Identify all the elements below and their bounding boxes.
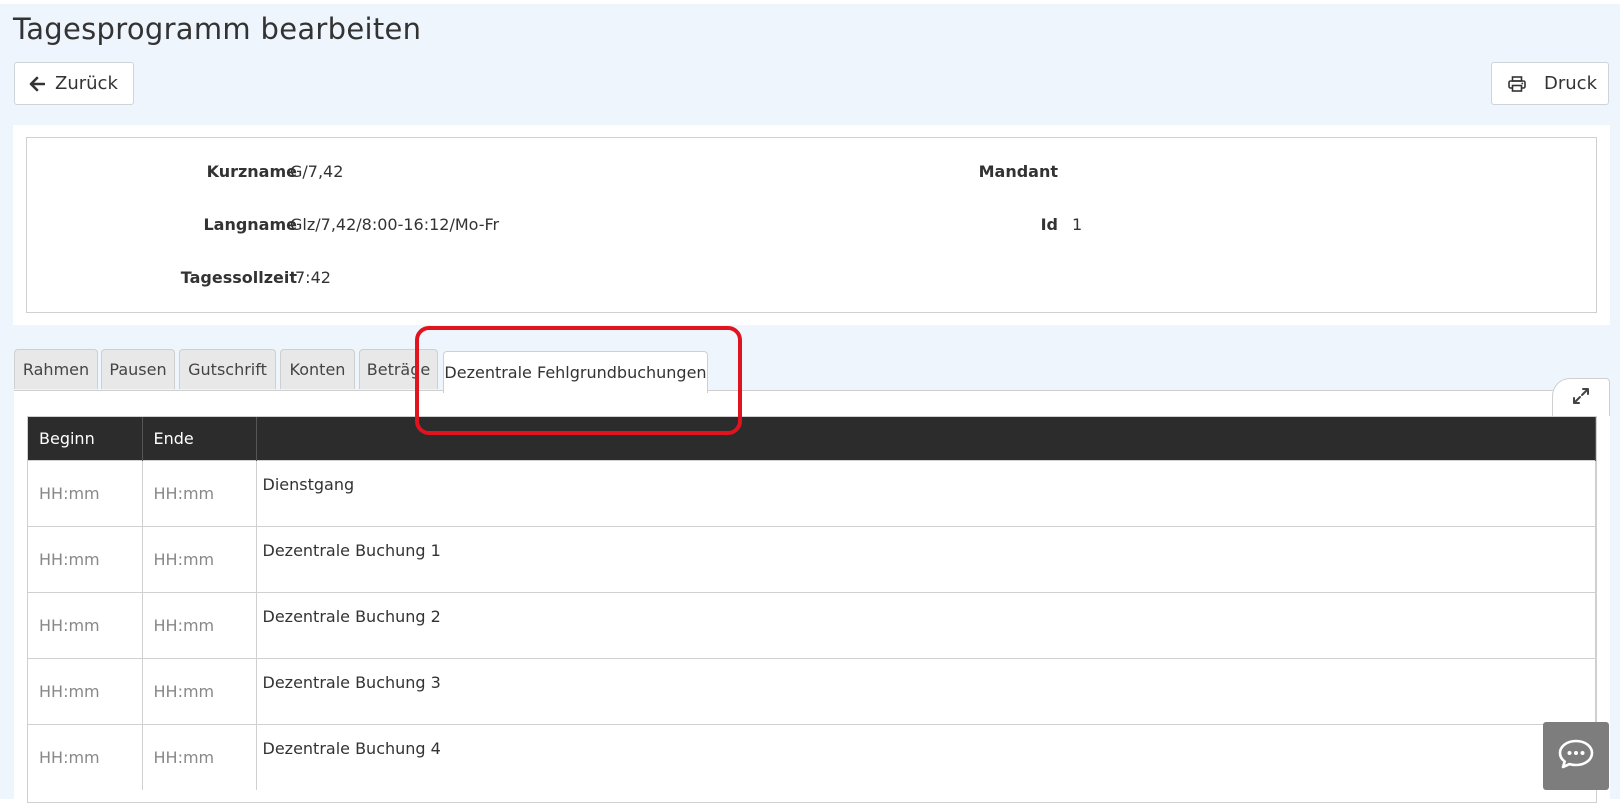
table-row: HH:mm HH:mm Dezentrale Buchung 1 (28, 525, 1596, 592)
id-value: 1 (1072, 215, 1083, 234)
printer-icon (1508, 75, 1526, 92)
ende-input[interactable]: HH:mm (142, 591, 257, 658)
print-button-label: Druck (1544, 73, 1597, 94)
description-cell: Dienstgang (256, 459, 1596, 526)
tab-rahmen[interactable]: Rahmen (14, 349, 98, 389)
arrow-left-icon (29, 76, 45, 92)
back-button[interactable]: Zurück (14, 62, 134, 105)
tab-label: Dezentrale Fehlgrundbuchungen (444, 363, 707, 382)
id-label: Id (1040, 215, 1058, 234)
langname-value: Glz/7,42/8:00-16:12/Mo-Fr (290, 215, 500, 234)
tab-label: Pausen (109, 360, 167, 379)
description-cell: Dezentrale Buchung 3 (256, 657, 1596, 724)
page-title: Tagesprogramm bearbeiten (13, 12, 422, 46)
tagessollzeit-label: Tagessollzeit (180, 268, 297, 287)
tab-dezentrale-fehlgrundbuchungen[interactable]: Dezentrale Fehlgrundbuchungen (443, 351, 708, 393)
tagessollzeit-value: 7:42 (295, 268, 331, 287)
tab-konten[interactable]: Konten (280, 349, 355, 389)
beginn-input[interactable]: HH:mm (28, 723, 143, 790)
chat-icon (1557, 738, 1595, 774)
column-header-description (256, 417, 1596, 460)
kurzname-label: Kurzname (206, 162, 297, 181)
ende-input[interactable]: HH:mm (142, 525, 257, 592)
tab-gutschrift[interactable]: Gutschrift (179, 349, 276, 389)
print-button[interactable]: Druck (1491, 62, 1609, 105)
fehlgrund-table: Beginn Ende HH:mm HH:mm Dienstgang HH:mm… (27, 416, 1597, 803)
expand-button[interactable] (1552, 378, 1610, 416)
table-row: HH:mm HH:mm Dezentrale Buchung 3 (28, 657, 1596, 724)
beginn-input[interactable]: HH:mm (28, 657, 143, 724)
beginn-input[interactable]: HH:mm (28, 591, 143, 658)
column-header-beginn[interactable]: Beginn (28, 417, 143, 460)
tab-label: Konten (289, 360, 346, 379)
page-background: Tagesprogramm bearbeiten Zurück Druck Ku… (0, 4, 1620, 803)
table-header-row: Beginn Ende (28, 417, 1596, 460)
tab-label: Gutschrift (188, 360, 267, 379)
beginn-input[interactable]: HH:mm (28, 525, 143, 592)
ende-input[interactable]: HH:mm (142, 459, 257, 526)
description-cell: Dezentrale Buchung 4 (256, 723, 1596, 790)
langname-label: Langname (203, 215, 297, 234)
back-button-label: Zurück (55, 73, 118, 94)
table-row: HH:mm HH:mm Dezentrale Buchung 4 (28, 723, 1596, 790)
tab-label: Rahmen (22, 360, 90, 379)
expand-icon (1571, 386, 1591, 410)
tab-betraege[interactable]: Beträge (359, 349, 438, 389)
beginn-input[interactable]: HH:mm (28, 459, 143, 526)
description-cell: Dezentrale Buchung 2 (256, 591, 1596, 658)
kurzname-value: G/7,42 (290, 162, 344, 181)
ende-input[interactable]: HH:mm (142, 723, 257, 790)
table-row: HH:mm HH:mm Dezentrale Buchung 2 (28, 591, 1596, 658)
description-cell: Dezentrale Buchung 1 (256, 525, 1596, 592)
column-header-ende[interactable]: Ende (142, 417, 257, 460)
header-panel: Kurzname G/7,42 Langname Glz/7,42/8:00-1… (13, 125, 1610, 325)
ende-input[interactable]: HH:mm (142, 657, 257, 724)
tab-label: Beträge (366, 360, 431, 379)
header-fields-box: Kurzname G/7,42 Langname Glz/7,42/8:00-1… (26, 137, 1597, 313)
chat-button[interactable] (1543, 722, 1609, 790)
tab-pausen[interactable]: Pausen (101, 349, 175, 389)
mandant-label: Mandant (978, 162, 1058, 181)
table-row: HH:mm HH:mm Dienstgang (28, 459, 1596, 526)
